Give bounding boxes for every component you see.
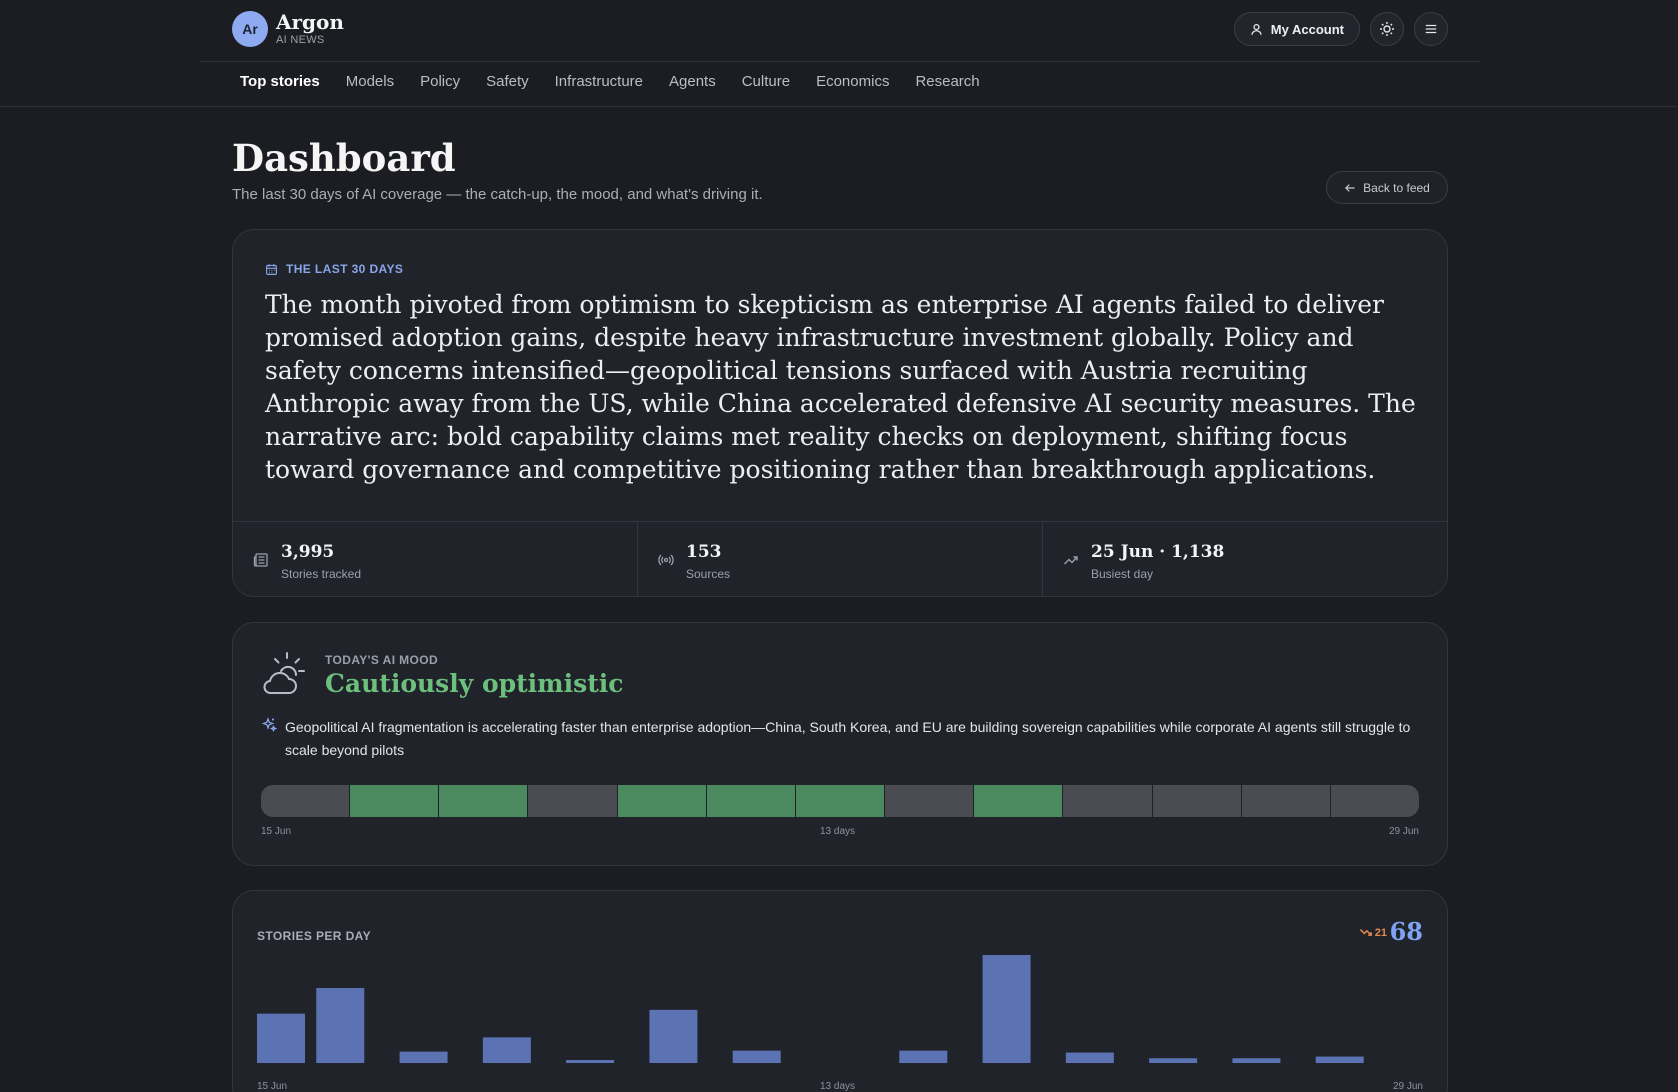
mood-day-segment — [885, 785, 975, 817]
nav-research[interactable]: Research — [915, 73, 979, 90]
mood-timeline — [261, 785, 1419, 817]
chart-axis-end: 29 Jun — [1392, 1081, 1423, 1092]
page-subtitle: The last 30 days of AI coverage — the ca… — [232, 186, 763, 203]
chart-bar-21-jun — [732, 1050, 781, 1063]
chart-bar-27-jun — [1232, 1058, 1281, 1063]
stat-label: Stories tracked — [281, 567, 362, 581]
category-nav: Top stories Models Policy Safety Infrast… — [240, 73, 1006, 90]
mood-title: Cautiously optimistic — [325, 669, 624, 698]
stat-sources: 153 Sources — [638, 522, 1043, 597]
chart-bar-23-jun — [899, 1050, 948, 1063]
stat-busiest-day: 25 Jun · 1,138 Busiest day — [1043, 522, 1447, 597]
broadcast-icon — [658, 554, 674, 566]
mood-day-segment — [974, 785, 1064, 817]
chart-bar-28-jun — [1315, 1056, 1364, 1063]
partly-cloudy-icon — [263, 652, 305, 694]
mood-day-segment — [1063, 785, 1153, 817]
summary-text: The month pivoted from optimism to skept… — [265, 290, 1416, 484]
mood-axis-start: 15 Jun — [261, 826, 292, 837]
hamburger-icon — [1425, 24, 1437, 34]
mood-day-segment — [261, 785, 351, 817]
nav-infrastructure[interactable]: Infrastructure — [555, 73, 643, 90]
chart-axis-mid: 13 days — [820, 1081, 856, 1092]
chart-bar-26-jun — [1149, 1058, 1198, 1063]
trending-up-icon — [1064, 556, 1078, 565]
stat-label: Sources — [686, 567, 731, 581]
chart-bar-25-jun — [1065, 1052, 1114, 1063]
mood-card: TODAY'S AI MOOD Cautiously optimistic Ge… — [232, 622, 1448, 866]
mood-day-segment — [1330, 785, 1419, 817]
summary-card: THE LAST 30 DAYS The month pivoted from … — [232, 229, 1448, 597]
chart-bar-19-jun — [566, 1060, 615, 1063]
stories-bar-chart — [257, 955, 1364, 1063]
nav-agents[interactable]: Agents — [669, 73, 716, 90]
brand-avatar: Ar — [232, 11, 268, 47]
chart-axis-start: 15 Jun — [257, 1081, 288, 1092]
stats-row: 3,995 Stories tracked 153 Sources 25 Jun… — [233, 521, 1447, 597]
chart-bar-20-jun — [649, 1009, 698, 1063]
nav-models[interactable]: Models — [346, 73, 394, 90]
arrow-left-icon — [1345, 183, 1355, 192]
calendar-icon — [266, 263, 277, 275]
top-header: Ar Argon AI NEWS My Account Top stories … — [0, 0, 1678, 107]
stat-value: 3,995 — [281, 542, 335, 562]
mood-kicker: TODAY'S AI MOOD — [325, 653, 439, 667]
mood-text: Geopolitical AI fragmentation is acceler… — [285, 719, 1411, 758]
brand-logo[interactable]: Ar Argon AI NEWS — [232, 11, 344, 47]
nav-culture[interactable]: Culture — [742, 73, 790, 90]
mood-day-segment — [350, 785, 440, 817]
chart-bar-16-jun — [316, 988, 365, 1063]
stories-per-day-card: STORIES PER DAY 21 68 15 Jun 13 days 29 … — [232, 890, 1448, 1092]
mood-axis-mid: 13 days — [820, 826, 856, 837]
sun-icon — [1380, 22, 1394, 36]
header-divider — [200, 61, 1480, 62]
mood-day-segment — [528, 785, 618, 817]
chart-bar-18-jun — [482, 1037, 531, 1063]
back-to-feed-button[interactable]: Back to feed — [1326, 171, 1448, 204]
back-to-feed-label: Back to feed — [1363, 180, 1430, 195]
stat-stories-tracked: 3,995 Stories tracked — [233, 522, 638, 597]
user-icon — [1251, 23, 1262, 35]
brand-subtitle: AI NEWS — [276, 34, 325, 46]
mood-day-segment — [1152, 785, 1242, 817]
mood-day-segment — [439, 785, 529, 817]
stat-label: Busiest day — [1091, 567, 1154, 581]
mood-day-segment — [1241, 785, 1331, 817]
stat-value: 25 Jun · 1,138 — [1091, 542, 1225, 562]
theme-toggle-button[interactable] — [1370, 12, 1404, 46]
chart-bar-24-jun — [982, 955, 1031, 1063]
my-account-label: My Account — [1270, 21, 1344, 37]
nav-top-stories[interactable]: Top stories — [240, 73, 320, 90]
chart-bar-15-jun — [257, 1013, 305, 1063]
page-title: Dashboard — [232, 136, 456, 180]
mood-day-segment — [617, 785, 707, 817]
summary-kicker-label: THE LAST 30 DAYS — [286, 262, 404, 276]
mood-axis-end: 29 Jun — [1388, 826, 1419, 837]
sparkles-icon — [261, 717, 277, 733]
my-account-button[interactable]: My Account — [1233, 12, 1360, 46]
newspaper-icon — [253, 553, 268, 567]
menu-button[interactable] — [1414, 12, 1448, 46]
nav-policy[interactable]: Policy — [420, 73, 460, 90]
mood-day-segment — [795, 785, 886, 817]
summary-kicker: THE LAST 30 DAYS — [265, 262, 403, 276]
brand-name: Argon — [276, 10, 344, 34]
nav-safety[interactable]: Safety — [486, 73, 529, 90]
mood-day-segment — [706, 785, 796, 817]
stat-value: 153 — [686, 542, 722, 562]
chart-bar-17-jun — [399, 1051, 448, 1063]
nav-economics[interactable]: Economics — [816, 73, 889, 90]
